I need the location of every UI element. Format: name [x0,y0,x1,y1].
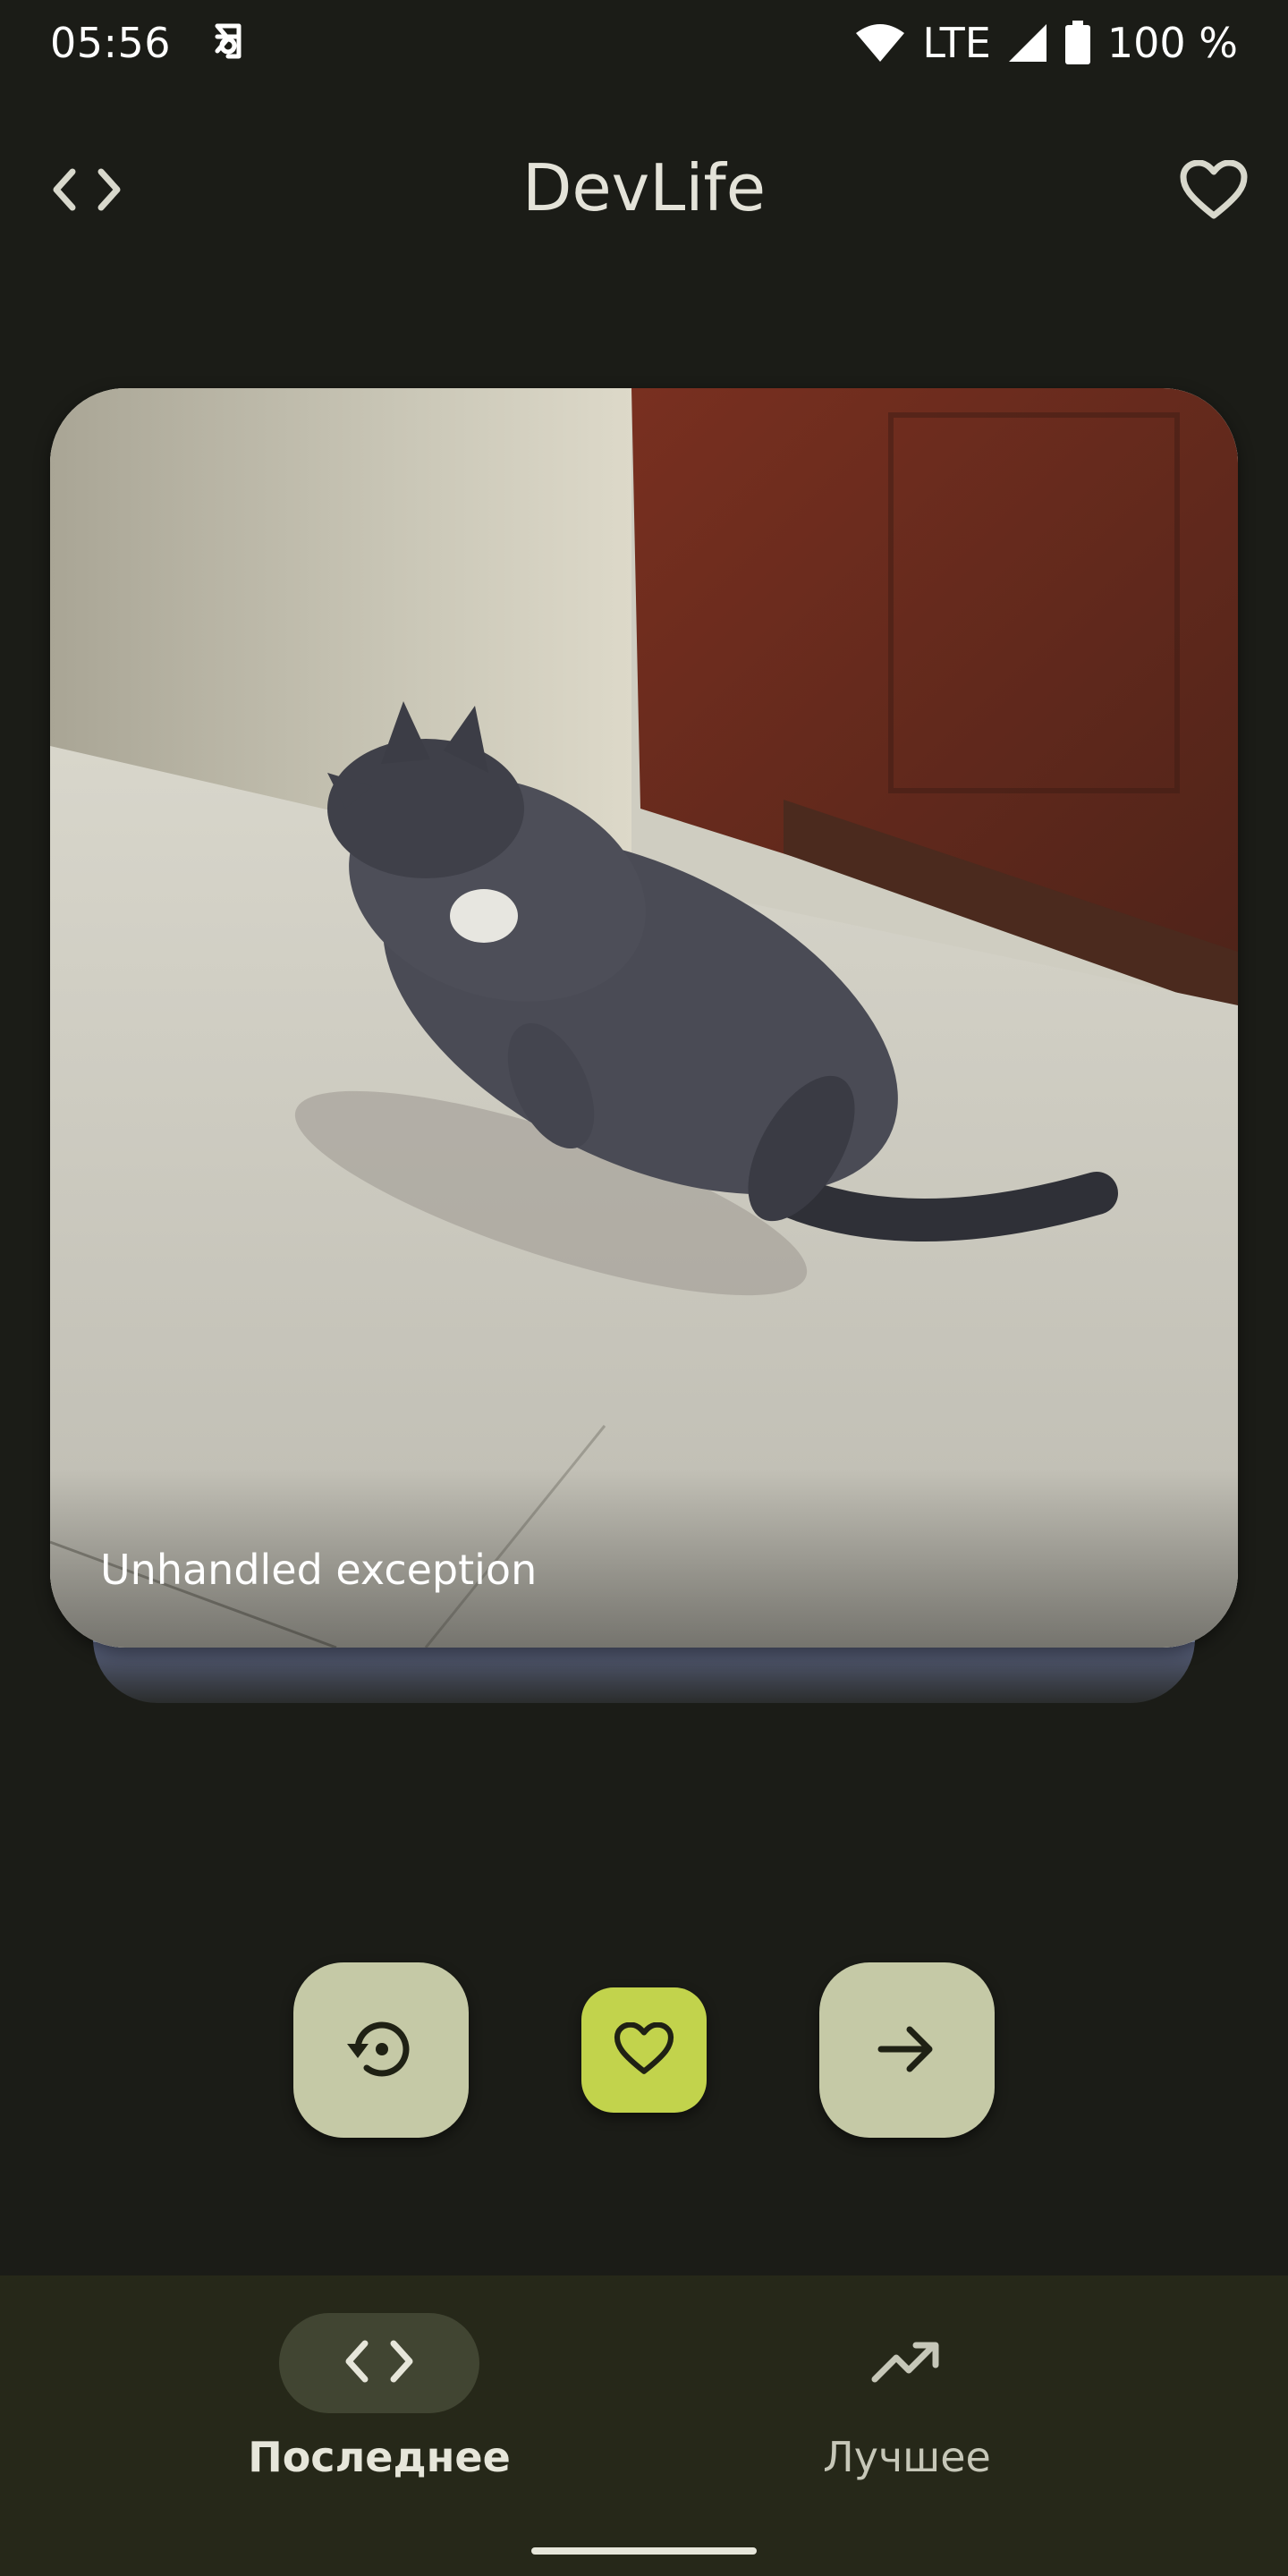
status-time: 05:56 [50,19,172,67]
top-app-bar: DevLife [0,134,1288,245]
post-card[interactable]: Unhandled exception [50,388,1238,1648]
post-gif-image [50,388,1238,1648]
heart-icon [614,2021,674,2079]
network-type: LTE [922,19,991,67]
status-bar: 05:56 LTE 100 % [0,0,1288,86]
wifi-icon [854,22,906,64]
heart-outline-icon[interactable] [1174,150,1254,231]
gesture-home-bar[interactable] [531,2547,757,2555]
cell-signal-icon [1007,22,1048,64]
arrow-forward-icon [876,2018,938,2083]
status-left: 05:56 [50,19,246,67]
trending-up-icon [871,2338,943,2388]
nav-active-indicator [279,2313,479,2413]
nav-icon-container [807,2313,1007,2413]
post-card-stack: Unhandled exception [50,388,1238,1703]
nav-item-label: Лучшее [823,2433,991,2481]
code-icon [345,2338,413,2388]
like-button[interactable] [581,1987,707,2113]
restore-icon [345,2013,417,2088]
notification-app-icon [210,19,246,67]
nav-item-label: Последнее [248,2433,511,2481]
action-buttons [0,1961,1288,2140]
post-caption: Unhandled exception [100,1546,538,1594]
nav-item-best[interactable]: Лучшее [746,2313,1068,2519]
app-title: DevLife [521,150,767,225]
battery-level: 100 % [1106,19,1238,67]
status-right: LTE 100 % [854,19,1238,67]
next-button[interactable] [819,1962,995,2138]
restore-button[interactable] [293,1962,469,2138]
bottom-navigation: Последнее Лучшее [0,2275,1288,2576]
battery-icon [1064,21,1091,65]
nav-item-latest[interactable]: Последнее [218,2313,540,2519]
